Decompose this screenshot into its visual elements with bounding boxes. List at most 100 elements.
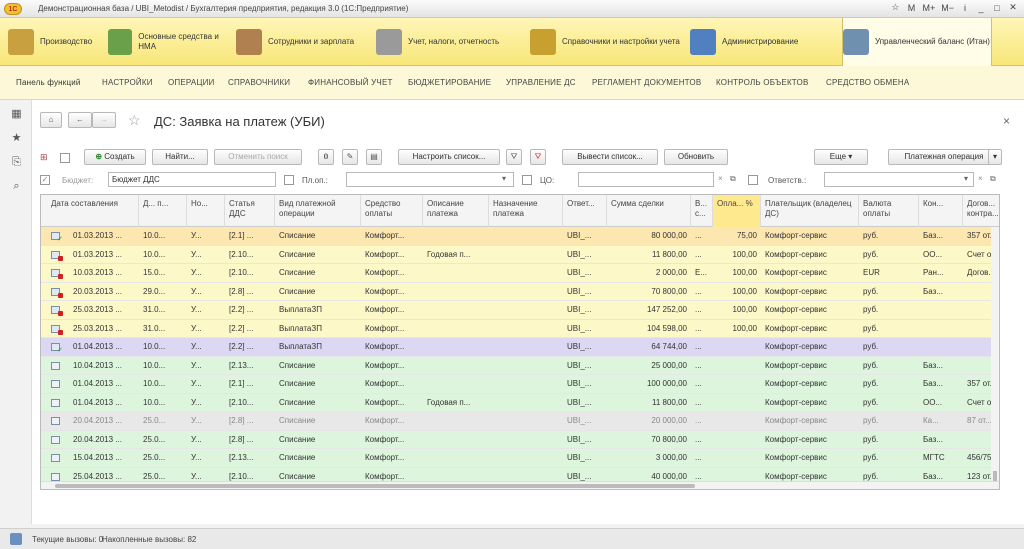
- star-icon[interactable]: ★: [10, 132, 23, 145]
- column-header-0[interactable]: Дата составления: [41, 195, 139, 227]
- plop-dropdown-icon[interactable]: ▾: [502, 174, 506, 183]
- section-0[interactable]: Производство: [8, 18, 104, 66]
- column-header-10[interactable]: В... с...: [691, 195, 713, 227]
- column-header-6[interactable]: Описание платежа: [423, 195, 489, 227]
- refresh-button[interactable]: Обновить: [664, 149, 728, 165]
- column-header-7[interactable]: Назначение платежа: [489, 195, 563, 227]
- plop-field[interactable]: [346, 172, 514, 187]
- window-close-button[interactable]: ✕: [1008, 2, 1018, 13]
- funcbar-item-2[interactable]: СПРАВОЧНИКИ: [228, 78, 290, 87]
- table-row[interactable]: 20.04.2013 ... 25.0... У... [2.8] ... Списан…: [41, 412, 999, 431]
- window-info-button[interactable]: i: [960, 3, 970, 13]
- column-header-1[interactable]: Д... п...: [139, 195, 187, 227]
- table-row[interactable]: 01.04.2013 ... 10.0... У... [2.1] ... Списан…: [41, 375, 999, 394]
- funcbar-item-7[interactable]: КОНТРОЛЬ ОБЪЕКТОВ: [716, 78, 809, 87]
- resp-checkbox[interactable]: [748, 175, 758, 185]
- home-button[interactable]: ⌂: [40, 112, 62, 128]
- table-row[interactable]: 25.03.2013 ... 31.0... У... [2.2] ... Выплат…: [41, 301, 999, 320]
- column-header-8[interactable]: Ответ...: [563, 195, 607, 227]
- create-button[interactable]: ⊕ Создать: [84, 149, 146, 165]
- report-icon[interactable]: ▤: [366, 149, 382, 165]
- funcbar-item-1[interactable]: ОПЕРАЦИИ: [168, 78, 214, 87]
- column-header-3[interactable]: Статья ДДС: [225, 195, 275, 227]
- table-row[interactable]: 20.04.2013 ... 25.0... У... [2.8] ... Списан…: [41, 430, 999, 449]
- horizontal-scroll-thumb[interactable]: [55, 484, 695, 488]
- select-all-checkbox[interactable]: [60, 153, 70, 163]
- column-header-2[interactable]: Но...: [187, 195, 225, 227]
- grid-icon[interactable]: ▦: [10, 108, 23, 121]
- status-icon[interactable]: [10, 533, 22, 545]
- section-2[interactable]: Сотрудники и зарплата: [236, 18, 372, 66]
- column-header-4[interactable]: Вид платежной операции: [275, 195, 361, 227]
- table-row[interactable]: 20.03.2013 ... 29.0... У... [2.8] ... Списан…: [41, 282, 999, 301]
- cancel-search-button[interactable]: Отменить поиск: [214, 149, 302, 165]
- close-form-button[interactable]: ×: [1003, 114, 1010, 128]
- window-memory-minus-button[interactable]: M−: [941, 3, 954, 13]
- table-row[interactable]: 15.04.2013 ... 25.0... У... [2.13... Списани…: [41, 449, 999, 468]
- section-1[interactable]: Основные средства и НМА: [108, 18, 232, 66]
- payment-requests-table[interactable]: Дата составления Д... п... Но... Статья ДДС…: [40, 194, 1000, 490]
- horizontal-scrollbar[interactable]: [41, 481, 999, 489]
- column-header-14[interactable]: Кон...: [919, 195, 963, 227]
- section-4[interactable]: Справочники и настройки учета: [530, 18, 686, 66]
- column-header-11[interactable]: Опла... %: [713, 195, 761, 227]
- back-button[interactable]: ←: [68, 112, 92, 128]
- table-row[interactable]: 01.03.2013 ... 10.0... У... [2.10... Списани…: [41, 245, 999, 264]
- resp-dropdown-icon[interactable]: ▾: [964, 174, 968, 183]
- section-5[interactable]: Администрирование: [690, 18, 838, 66]
- column-header-13[interactable]: Валюта оплаты: [859, 195, 919, 227]
- funcbar-item-0[interactable]: НАСТРОЙКИ: [102, 78, 153, 87]
- payment-operation-button[interactable]: Платежная операция: [888, 149, 1000, 165]
- forward-button[interactable]: →: [92, 112, 116, 128]
- history-icon[interactable]: ⎘: [10, 156, 23, 169]
- search-icon[interactable]: ⌕: [10, 180, 23, 193]
- window-memory-button[interactable]: M: [906, 3, 916, 13]
- co-open-icon[interactable]: ⧉: [730, 174, 736, 184]
- column-header-12[interactable]: Плательщик (владелец ДС): [761, 195, 859, 227]
- window-memory-plus-button[interactable]: M+: [922, 3, 935, 13]
- filter-icon[interactable]: ⛛: [506, 149, 522, 165]
- table-row[interactable]: 10.03.2013 ... 15.0... У... [2.10... Списани…: [41, 264, 999, 283]
- section-3[interactable]: Учет, налоги, отчетность: [376, 18, 526, 66]
- column-header-15[interactable]: Догов... контра...: [963, 195, 999, 227]
- funcbar-item-6[interactable]: РЕГЛАМЕНТ ДОКУМЕНТОВ: [592, 78, 701, 87]
- section-6[interactable]: Управленческий баланс (Итан): [842, 18, 992, 66]
- table-row[interactable]: 10.04.2013 ... 10.0... У... [2.13... Списани…: [41, 356, 999, 375]
- funcbar-item-8[interactable]: СРЕДСТВО ОБМЕНА: [826, 78, 909, 87]
- table-row[interactable]: 01.04.2013 ... 10.0... У... [2.2] ... Выплат…: [41, 338, 999, 357]
- budget-field[interactable]: Бюджет ДДС: [108, 172, 276, 187]
- budget-checkbox[interactable]: ✓: [40, 175, 50, 185]
- funcbar-item-4[interactable]: БЮДЖЕТИРОВАНИЕ: [408, 78, 491, 87]
- table-row[interactable]: 01.03.2013 ... 10.0... У... [2.1] ... Списан…: [41, 227, 999, 246]
- plop-checkbox[interactable]: [284, 175, 294, 185]
- more-label: Еще: [829, 152, 847, 161]
- window-maximize-button[interactable]: □: [992, 3, 1002, 13]
- resp-field[interactable]: [824, 172, 974, 187]
- resp-clear-icon[interactable]: ×: [978, 174, 983, 183]
- co-checkbox[interactable]: [522, 175, 532, 185]
- column-header-5[interactable]: Средство оплаты: [361, 195, 423, 227]
- panel-functions-link[interactable]: Панель функций: [16, 78, 81, 87]
- column-header-9[interactable]: Сумма сделки: [607, 195, 691, 227]
- edit-icon[interactable]: ✎: [342, 149, 358, 165]
- window-minimize-button[interactable]: _: [976, 3, 986, 13]
- resp-open-icon[interactable]: ⧉: [990, 174, 996, 184]
- output-list-button[interactable]: Вывести список...: [562, 149, 658, 165]
- table-row[interactable]: 25.03.2013 ... 31.0... У... [2.2] ... Выплат…: [41, 319, 999, 338]
- co-field[interactable]: [578, 172, 714, 187]
- table-row[interactable]: 01.04.2013 ... 10.0... У... [2.10... Списани…: [41, 393, 999, 412]
- favorite-star-icon[interactable]: ☆: [128, 112, 141, 129]
- vertical-scroll-thumb[interactable]: [993, 471, 997, 481]
- find-button[interactable]: Найти...: [152, 149, 208, 165]
- clear-filter-icon[interactable]: ⛛: [530, 149, 546, 165]
- tree-icon[interactable]: ⊞: [40, 152, 52, 164]
- vertical-scrollbar[interactable]: [991, 227, 999, 483]
- co-clear-icon[interactable]: ×: [718, 174, 723, 183]
- funcbar-item-5[interactable]: УПРАВЛЕНИЕ ДС: [506, 78, 576, 87]
- funcbar-item-3[interactable]: ФИНАНСОВЫЙ УЧЕТ: [308, 78, 393, 87]
- configure-list-button[interactable]: Настроить список...: [398, 149, 500, 165]
- payment-operation-dropdown[interactable]: ▾: [988, 149, 1002, 165]
- window-favorite-button[interactable]: ☆: [890, 2, 900, 13]
- attachment-icon[interactable]: 𝟎: [318, 149, 334, 165]
- more-button[interactable]: Еще ▾: [814, 149, 868, 165]
